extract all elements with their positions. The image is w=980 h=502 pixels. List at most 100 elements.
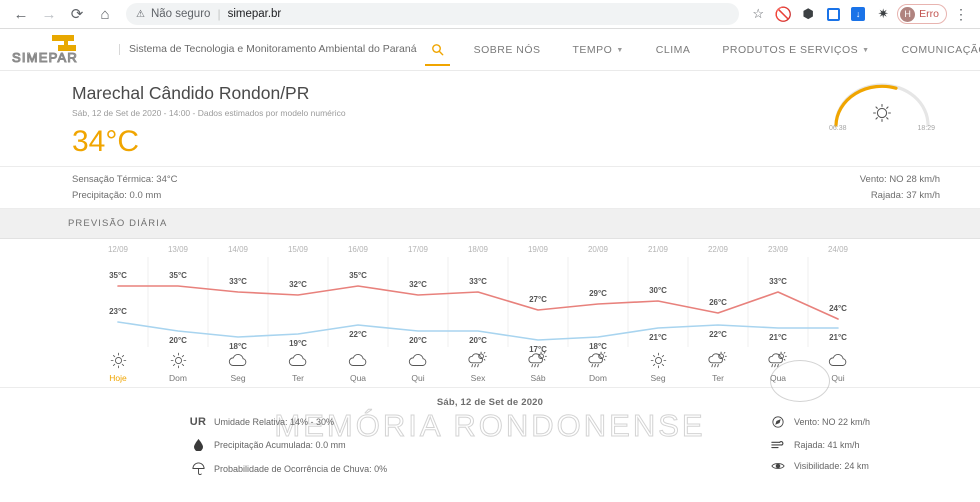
svg-text:SIMEPAR: SIMEPAR xyxy=(12,50,78,65)
nav-item-clima[interactable]: CLIMA xyxy=(640,29,707,70)
forecast-day-cell[interactable]: Ter xyxy=(690,349,746,383)
address-bar[interactable]: ⚠ Não seguro | simepar.br xyxy=(126,3,739,25)
nav-search-tab[interactable] xyxy=(417,29,458,70)
forecast-day-cell[interactable]: Hoje xyxy=(90,349,146,383)
screenshot-extension-icon[interactable] xyxy=(822,3,844,25)
forecast-day-cell[interactable]: Qui xyxy=(390,349,446,383)
forecast-max-temp-label: 35°C xyxy=(169,271,187,280)
reload-icon[interactable]: ⟳ xyxy=(64,1,90,27)
forecast-date-label: 15/09 xyxy=(288,245,308,254)
detail-row-umidade: UR Umidade Relativa: 14% - 30% xyxy=(190,416,387,428)
forecast-day-label: Ter xyxy=(690,373,746,383)
forecast-min-temp-label: 22°C xyxy=(349,330,367,339)
forecast-day-cell[interactable]: Qua xyxy=(330,349,386,383)
forecast-date-label: 17/09 xyxy=(408,245,428,254)
nav-item-comunicacao[interactable]: COMUNICAÇÃO ▼ xyxy=(886,29,980,70)
current-conditions-panel: Marechal Cândido Rondon/PR Sáb, 12 de Se… xyxy=(0,71,980,167)
url-text: simepar.br xyxy=(228,8,282,20)
forecast-date-label: 16/09 xyxy=(348,245,368,254)
sun-icon xyxy=(630,349,686,371)
download-extension-icon[interactable]: ↓ xyxy=(847,3,869,25)
detail-row-label: Rajada: 41 km/h xyxy=(794,440,860,450)
star-icon[interactable]: ☆ xyxy=(747,3,769,25)
wind-gust-icon xyxy=(770,439,786,450)
forecast-max-temp-label: 35°C xyxy=(109,271,127,280)
forecast-max-temp-label: 29°C xyxy=(589,289,607,298)
adblock-extension-icon[interactable]: 🚫 xyxy=(772,3,794,25)
forecast-day-label: Sex xyxy=(450,373,506,383)
sun-icon xyxy=(90,349,146,371)
chart-plot-area: 12/0913/0914/0915/0916/0917/0918/0919/09… xyxy=(0,239,980,387)
profile-badge[interactable]: H Erro xyxy=(897,4,947,24)
forecast-date-label: 14/09 xyxy=(228,245,248,254)
forecast-day-label: Dom xyxy=(570,373,626,383)
kebab-menu-icon[interactable]: ⋮ xyxy=(950,3,972,25)
nav-item-sobre-nos[interactable]: SOBRE NÓS xyxy=(458,29,557,70)
sun-rain-icon xyxy=(510,349,566,371)
forecast-day-cell[interactable]: Ter xyxy=(270,349,326,383)
forecast-day-label: Qua xyxy=(330,373,386,383)
nav-label: PRODUTOS E SERVIÇOS xyxy=(722,44,858,56)
forecast-day-cell[interactable]: Sáb xyxy=(510,349,566,383)
forecast-day-cell[interactable]: Seg xyxy=(210,349,266,383)
forecast-day-cell[interactable]: Sex xyxy=(450,349,506,383)
forecast-date-label: 23/09 xyxy=(768,245,788,254)
forecast-date-label: 22/09 xyxy=(708,245,728,254)
detail-row-vento: Vento: NO 22 km/h xyxy=(770,416,870,428)
nav-item-tempo[interactable]: TEMPO ▼ xyxy=(557,29,640,70)
forecast-day-cell[interactable]: Seg xyxy=(630,349,686,383)
forecast-day-label: Sáb xyxy=(510,373,566,383)
forecast-min-temp-label: 21°C xyxy=(649,333,667,342)
forecast-max-temp-label: 33°C xyxy=(769,277,787,286)
eye-visibility-icon xyxy=(770,461,786,471)
sun-icon xyxy=(150,349,206,371)
forecast-day-label: Qui xyxy=(390,373,446,383)
forecast-day-label: Qua xyxy=(750,373,806,383)
precipitacao-value: Precipitação: 0.0 mm xyxy=(72,188,178,204)
home-icon[interactable]: ⌂ xyxy=(92,1,118,27)
cloud-icon xyxy=(330,349,386,371)
forecast-day-cell[interactable]: Qui xyxy=(810,349,866,383)
forecast-date-label: 24/09 xyxy=(828,245,848,254)
nav-item-produtos-e-servicos[interactable]: PRODUTOS E SERVIÇOS ▼ xyxy=(706,29,885,70)
stats-right-column: Vento: NO 28 km/h Rajada: 37 km/h xyxy=(860,172,940,203)
forecast-max-temp-label: 24°C xyxy=(829,304,847,313)
forecast-day-cell[interactable]: Dom xyxy=(570,349,626,383)
detail-row-label: Visibilidade: 24 km xyxy=(794,461,869,471)
cloud-icon xyxy=(390,349,446,371)
forecast-max-temp-label: 33°C xyxy=(229,277,247,286)
forecast-max-temp-label: 32°C xyxy=(409,280,427,289)
detail-row-visibilidade: Visibilidade: 24 km xyxy=(770,461,870,471)
daily-forecast-chart: 12/0913/0914/0915/0916/0917/0918/0919/09… xyxy=(0,239,980,387)
forecast-day-label: Qui xyxy=(810,373,866,383)
cloud-icon xyxy=(270,349,326,371)
forecast-date-label: 12/09 xyxy=(108,245,128,254)
site-header: SIMEPAR Sistema de Tecnologia e Monitora… xyxy=(0,29,980,71)
forecast-max-temp-label: 27°C xyxy=(529,295,547,304)
chevron-down-icon: ▼ xyxy=(616,47,623,54)
forecast-max-temp-label: 30°C xyxy=(649,286,667,295)
package-extension-icon[interactable]: ⬢ xyxy=(797,3,819,25)
puzzle-extensions-icon[interactable]: ✷ xyxy=(872,3,894,25)
forward-arrow-icon[interactable]: → xyxy=(36,1,62,27)
forecast-day-cell[interactable]: Qua xyxy=(750,349,806,383)
detail-row-label: Probabilidade de Ocorrência de Chuva: 0% xyxy=(214,464,387,474)
detail-row-precipitacao: Precipitação Acumulada: 0.0 mm xyxy=(190,439,387,451)
forecast-max-temp-label: 35°C xyxy=(349,271,367,280)
forecast-min-temp-label: 23°C xyxy=(109,307,127,316)
back-arrow-icon[interactable]: ← xyxy=(8,1,34,27)
logo-mark-icon: SIMEPAR xyxy=(10,33,110,67)
forecast-min-temp-label: 19°C xyxy=(289,339,307,348)
detail-row-rajada: Rajada: 41 km/h xyxy=(770,439,870,450)
forecast-day-cell[interactable]: Dom xyxy=(150,349,206,383)
detail-right-column: Vento: NO 22 km/h Rajada: 41 km/h xyxy=(770,416,870,475)
simepar-logo[interactable]: SIMEPAR Sistema de Tecnologia e Monitora… xyxy=(10,33,417,67)
sun-rain-icon xyxy=(750,349,806,371)
detail-date-label: Sáb, 12 de Set de 2020 xyxy=(0,388,980,408)
cloud-icon xyxy=(810,349,866,371)
avatar: H xyxy=(900,7,915,22)
forecast-max-temp-label: 32°C xyxy=(289,280,307,289)
forecast-min-temp-label: 21°C xyxy=(769,333,787,342)
forecast-max-temp-label: 33°C xyxy=(469,277,487,286)
browser-toolbar: ← → ⟳ ⌂ ⚠ Não seguro | simepar.br ☆ 🚫 ⬢ … xyxy=(0,0,980,29)
